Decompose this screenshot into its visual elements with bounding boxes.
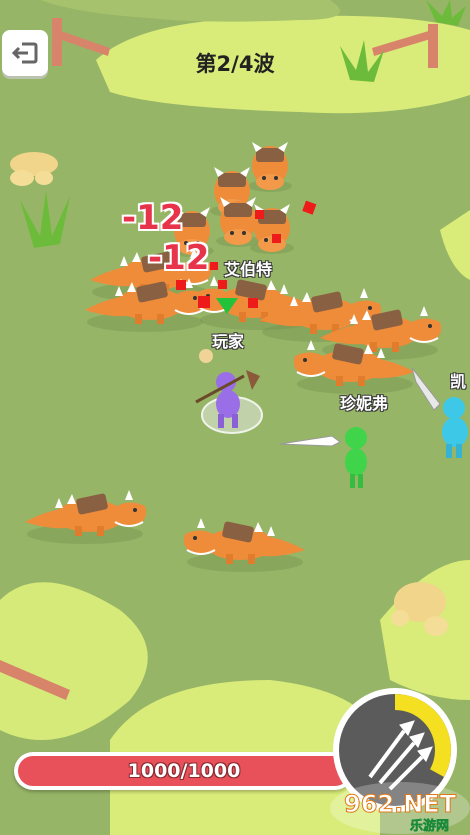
watermark-brand: 962.NET [344,790,457,818]
watermark-subtitle: 乐游网 [410,818,449,834]
site-watermark: 962.NET 乐游网 [330,782,470,834]
ally-label: 珍妮弗 [340,394,389,413]
damage-number: -12 [148,238,210,278]
health-bar: 1000/1000 [14,752,354,790]
health-text: 1000/1000 [127,760,241,782]
player-label: 玩家 [212,332,245,351]
ally-label: 凯 [450,372,467,391]
enemy-target-label: 艾伯特 [224,260,273,279]
wave-counter: 第2/4波 [195,52,275,76]
damage-number: -12 [122,198,184,238]
